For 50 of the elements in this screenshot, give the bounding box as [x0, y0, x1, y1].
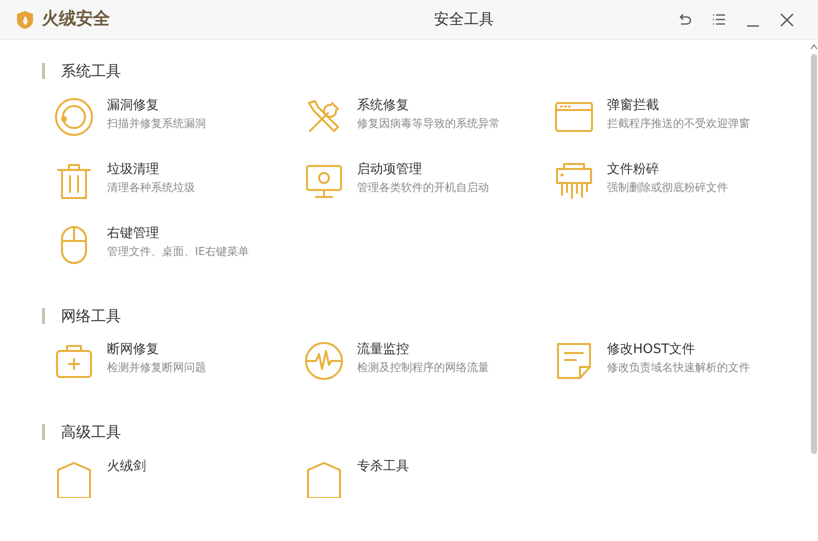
- tool-item[interactable]: 漏洞修复 扫描并修复系统漏洞: [48, 92, 298, 156]
- app-name: 火绒安全: [42, 8, 110, 31]
- tool-item[interactable]: 右键管理 管理文件、桌面、IE右键菜单: [48, 220, 298, 284]
- tool-description: 管理文件、桌面、IE右键菜单: [107, 244, 250, 260]
- tool-title: 流量监控: [357, 341, 410, 359]
- tool-title: 垃圾清理: [107, 160, 160, 178]
- tool-item[interactable]: 流量监控 检测及控制程序的网络流量: [298, 337, 548, 401]
- tool-title: 修改HOST文件: [607, 341, 696, 359]
- tool-item[interactable]: 专杀工具: [298, 454, 548, 518]
- tool-item[interactable]: 文件粉碎 强制删除或彻底粉碎文件: [548, 156, 798, 220]
- tool-item[interactable]: 垃圾清理 清理各种系统垃圾: [48, 156, 298, 220]
- tool-item[interactable]: 启动项管理 管理各类软件的开机自启动: [298, 156, 548, 220]
- tool-title: 文件粉碎: [607, 160, 660, 178]
- menu-icon: [711, 12, 727, 27]
- tool-title: 启动项管理: [357, 160, 423, 178]
- close-icon: [779, 12, 795, 27]
- tool-item[interactable]: 火绒剑: [48, 454, 298, 518]
- document-icon: [554, 341, 594, 381]
- tool-description: 扫描并修复系统漏洞: [107, 116, 206, 132]
- tool-item[interactable]: 系统修复 修复因病毒等导致的系统异常: [298, 92, 548, 156]
- tool-title: 漏洞修复: [107, 96, 160, 114]
- window-title: 安全工具: [433, 9, 495, 30]
- tool-description: 修复因病毒等导致的系统异常: [357, 116, 500, 132]
- tool-description: 修改负责域名快速解析的文件: [607, 360, 750, 376]
- minimize-icon: [746, 24, 760, 26]
- shredder-icon: [554, 160, 594, 200]
- back-icon: [677, 12, 693, 27]
- tool-description: 管理各类软件的开机自启动: [357, 180, 489, 196]
- tool-item[interactable]: 弹窗拦截 拦截程序推送的不受欢迎弹窗: [548, 92, 798, 156]
- tool-title: 专杀工具: [357, 458, 409, 476]
- tool-description: 清理各种系统垃圾: [107, 180, 195, 196]
- tool-title: 火绒剑: [107, 458, 146, 476]
- tool-title: 右键管理: [107, 224, 160, 242]
- tool-description: 拦截程序推送的不受欢迎弹窗: [607, 116, 750, 132]
- tool-description: 检测并修复断网问题: [107, 360, 206, 376]
- section-title: 高级工具: [61, 422, 121, 443]
- tool-title: 弹窗拦截: [607, 96, 660, 114]
- tool-description: 强制删除或彻底粉碎文件: [607, 180, 728, 196]
- pulse-icon: [304, 341, 344, 381]
- section-title: 系统工具: [61, 61, 121, 82]
- ring-icon: [54, 96, 94, 136]
- section-title: 网络工具: [61, 306, 121, 326]
- scrollbar-thumb[interactable]: [811, 54, 817, 454]
- tool-item[interactable]: 修改HOST文件 修改负责域名快速解析的文件: [548, 337, 798, 401]
- tool-item[interactable]: 断网修复 检测并修复断网问题: [48, 337, 298, 401]
- scroll-up-icon[interactable]: [810, 44, 818, 50]
- tool-title: 系统修复: [357, 96, 410, 114]
- shield-logo-icon: [16, 10, 34, 30]
- tool-title: 断网修复: [107, 341, 160, 359]
- tool-description: 检测及控制程序的网络流量: [357, 360, 489, 376]
